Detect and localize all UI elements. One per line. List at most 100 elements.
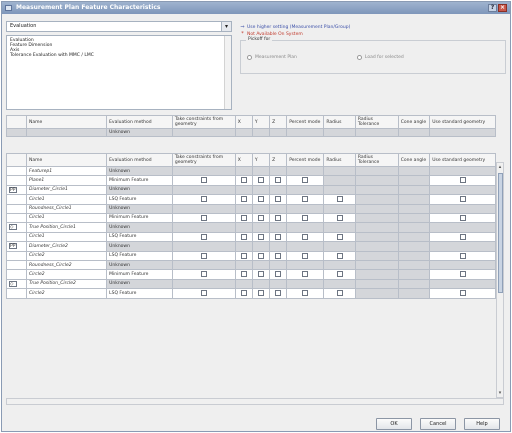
table-horizontal-scrollbar[interactable]	[6, 398, 504, 405]
column-header[interactable]: Radius	[323, 153, 356, 167]
evaluation-method-cell[interactable]: LSQ Feature	[106, 194, 173, 205]
evaluation-method-cell[interactable]: Unknown	[106, 184, 173, 195]
evaluation-method-cell[interactable]: Minimum Feature	[106, 269, 173, 280]
table-row[interactable]: ◇ True Position_Circle2 Unknown	[5, 278, 496, 289]
evaluation-method-cell[interactable]: Unknown	[106, 166, 173, 176]
checkbox[interactable]	[336, 252, 343, 259]
name-cell[interactable]: Roundness_Circle1	[26, 203, 108, 214]
checkbox[interactable]	[459, 290, 466, 296]
checkbox[interactable]	[257, 214, 264, 221]
checkbox[interactable]	[240, 233, 247, 240]
checkbox[interactable]	[459, 252, 466, 259]
table-row[interactable]: Plane1 Minimum Feature	[5, 175, 496, 186]
checkbox[interactable]	[240, 177, 247, 183]
name-cell[interactable]: Circle1	[26, 194, 108, 205]
evaluation-method-cell[interactable]: Unknown	[106, 241, 173, 252]
checkbox[interactable]	[459, 233, 466, 240]
scroll-thumb[interactable]	[498, 173, 503, 293]
checkbox[interactable]	[200, 214, 207, 221]
checkbox[interactable]	[257, 177, 264, 183]
table-row[interactable]: Roundness_Circle1 Unknown	[5, 203, 496, 214]
checkbox[interactable]	[200, 233, 207, 240]
table-row[interactable]: Circle2 Minimum Feature	[5, 269, 496, 280]
checkbox[interactable]	[240, 290, 247, 296]
help-button[interactable]: Help	[464, 418, 500, 430]
table-vertical-scrollbar[interactable]: ▴ ▾	[496, 162, 504, 398]
column-header[interactable]: Cone angle	[397, 153, 431, 167]
name-cell[interactable]: True Position_Circle1	[26, 222, 108, 233]
column-header[interactable]: X	[234, 153, 253, 167]
name-cell[interactable]: Featurep1	[26, 166, 108, 176]
table-row[interactable]: Circle1 LSQ Feature	[5, 194, 496, 205]
column-header[interactable]: Name	[26, 153, 108, 167]
column-header[interactable]: Y	[251, 115, 271, 129]
evaluation-method-cell[interactable]: Unknown	[106, 222, 173, 233]
checkbox[interactable]	[275, 271, 282, 277]
evaluation-method-cell[interactable]: LSQ Feature	[106, 288, 173, 299]
table-row[interactable]: ◇ True Position_Circle1 Unknown	[5, 222, 496, 233]
checkbox[interactable]	[459, 196, 466, 202]
name-cell[interactable]: Plane1	[26, 175, 108, 186]
checkbox[interactable]	[257, 271, 264, 277]
scroll-down-icon[interactable]: ▾	[497, 389, 503, 397]
table-row[interactable]: Featurep1Unknown	[5, 166, 496, 176]
name-cell[interactable]: Circle2	[26, 269, 108, 280]
column-header[interactable]: Use standard geometry	[429, 153, 496, 167]
column-header[interactable]: Z	[269, 115, 288, 129]
evaluation-method-cell[interactable]: Minimum Feature	[106, 212, 173, 223]
checkbox[interactable]	[302, 177, 309, 183]
checkbox[interactable]	[200, 252, 207, 259]
table-row[interactable]: Circle2 LSQ Feature	[5, 288, 496, 299]
checkbox[interactable]	[336, 271, 343, 277]
name-cell[interactable]: Circle2	[26, 288, 108, 299]
checkbox[interactable]	[200, 290, 207, 296]
evaluation-method-cell[interactable]: Unknown	[106, 278, 173, 289]
checkbox[interactable]	[257, 196, 264, 202]
checkbox[interactable]	[275, 177, 282, 183]
checkbox[interactable]	[275, 252, 282, 259]
name-cell[interactable]: Diameter_Circle1	[26, 184, 108, 195]
column-header[interactable]: Use standard geometry	[429, 115, 496, 129]
evaluation-select[interactable]: Evaluation ▾	[6, 21, 232, 32]
column-header[interactable]	[5, 153, 28, 167]
column-header[interactable]: Percent mode	[286, 153, 325, 167]
checkbox[interactable]	[200, 196, 207, 202]
table-row[interactable]: Unknown	[5, 128, 496, 137]
column-header[interactable]	[5, 115, 28, 129]
column-header[interactable]: Take constraints from geometry	[171, 153, 236, 167]
column-header[interactable]: Y	[251, 153, 271, 167]
checkbox[interactable]	[257, 252, 264, 259]
evaluation-method-cell[interactable]: LSQ Feature	[106, 250, 173, 261]
column-header[interactable]: Take constraints from geometry	[171, 115, 236, 129]
checkbox[interactable]	[240, 214, 247, 221]
scroll-up-icon[interactable]: ▴	[497, 163, 503, 171]
name-cell[interactable]: Circle2	[26, 250, 108, 261]
column-header[interactable]: X	[234, 115, 253, 129]
name-cell[interactable]: True Position_Circle2	[26, 278, 108, 289]
column-header[interactable]: Name	[26, 115, 108, 129]
table-row[interactable]: PP Diameter_Circle1 Unknown	[5, 184, 496, 195]
checkbox[interactable]	[302, 271, 309, 277]
name-cell[interactable]: Circle1	[26, 231, 108, 242]
radio-measurement-plan[interactable]: Measurement Plan	[247, 55, 297, 60]
checkbox[interactable]	[302, 196, 309, 202]
checkbox[interactable]	[240, 271, 247, 277]
checkbox[interactable]	[336, 233, 343, 240]
checkbox[interactable]	[336, 214, 343, 221]
checkbox[interactable]	[302, 252, 309, 259]
column-header[interactable]: Cone angle	[397, 115, 431, 129]
radio-load-selected[interactable]: Load for selected	[356, 55, 404, 60]
checkbox[interactable]	[302, 290, 309, 296]
name-cell[interactable]: Circle1	[26, 212, 108, 223]
checkbox[interactable]	[459, 214, 466, 221]
evaluation-method-cell[interactable]: LSQ Feature	[106, 231, 173, 242]
evaluation-method-cell[interactable]: Unknown	[106, 260, 173, 270]
help-icon[interactable]: ?	[488, 4, 497, 12]
checkbox[interactable]	[336, 196, 343, 202]
table-row[interactable]: PP Diameter_Circle2 Unknown	[5, 241, 496, 252]
checkbox[interactable]	[275, 214, 282, 221]
checkbox[interactable]	[240, 196, 247, 202]
checkbox[interactable]	[336, 290, 343, 296]
list-item[interactable]: Tolerance Evaluation with MMC / LMC	[10, 53, 228, 58]
column-header[interactable]: Evaluation method	[106, 115, 173, 129]
